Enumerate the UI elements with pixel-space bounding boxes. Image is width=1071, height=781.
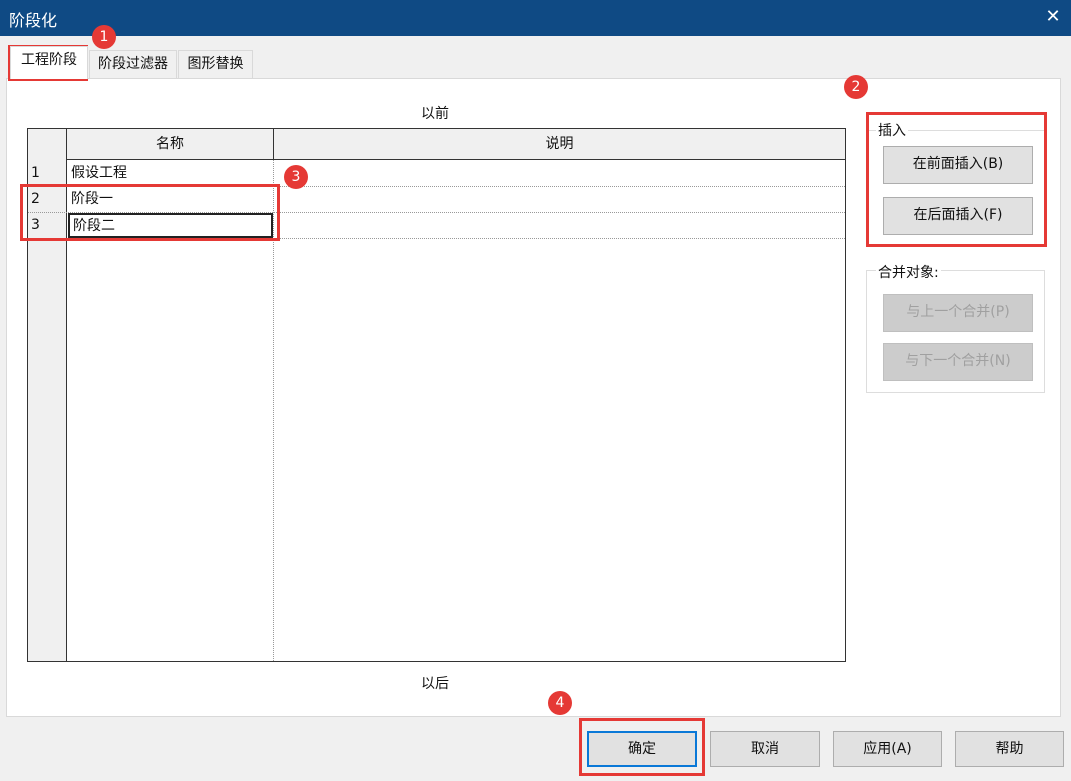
tab-phase-filters[interactable]: 阶段过滤器	[89, 50, 177, 78]
window-title: 阶段化	[9, 11, 58, 30]
annotation-badge-1: 1	[92, 25, 116, 49]
insert-group-label: 插入	[876, 120, 908, 140]
row-number: 2	[31, 191, 40, 207]
close-icon[interactable]: ✕	[1040, 4, 1066, 30]
ok-button[interactable]: 确定	[587, 731, 697, 767]
insert-after-button[interactable]: 在后面插入(F)	[883, 197, 1033, 235]
column-header-name[interactable]: 名称	[67, 129, 273, 160]
column-header-description[interactable]: 说明	[273, 129, 846, 160]
help-button[interactable]: 帮助	[955, 731, 1064, 767]
apply-button[interactable]: 应用(A)	[833, 731, 942, 767]
annotation-badge-4: 4	[548, 691, 572, 715]
row-number: 3	[31, 217, 40, 233]
phase-description-cell[interactable]	[274, 160, 844, 186]
merge-next-button[interactable]: 与下一个合并(N)	[883, 343, 1033, 381]
phase-description-cell[interactable]	[274, 212, 844, 238]
tab-graphic-overrides[interactable]: 图形替换	[178, 50, 253, 78]
phase-name-cell[interactable]: 阶段一	[68, 186, 273, 212]
insert-before-button[interactable]: 在前面插入(B)	[883, 146, 1033, 184]
phases-table: 名称 说明 1 假设工程 2 阶段一 3 阶段二	[27, 128, 846, 662]
merge-group-label: 合并对象:	[876, 262, 941, 282]
before-label: 以前	[421, 106, 449, 122]
cancel-button[interactable]: 取消	[710, 731, 820, 767]
annotation-badge-2: 2	[844, 75, 868, 99]
merge-previous-button[interactable]: 与上一个合并(P)	[883, 294, 1033, 332]
after-label: 以后	[421, 676, 449, 692]
tab-project-phases[interactable]: 工程阶段	[10, 46, 88, 79]
phase-name-cell[interactable]: 假设工程	[68, 160, 273, 186]
row-number: 1	[31, 165, 40, 181]
phase-description-cell[interactable]	[274, 186, 844, 212]
title-bar: 阶段化 ✕	[0, 0, 1071, 36]
annotation-badge-3: 3	[284, 165, 308, 189]
phase-name-cell-editing[interactable]: 阶段二	[68, 213, 273, 238]
